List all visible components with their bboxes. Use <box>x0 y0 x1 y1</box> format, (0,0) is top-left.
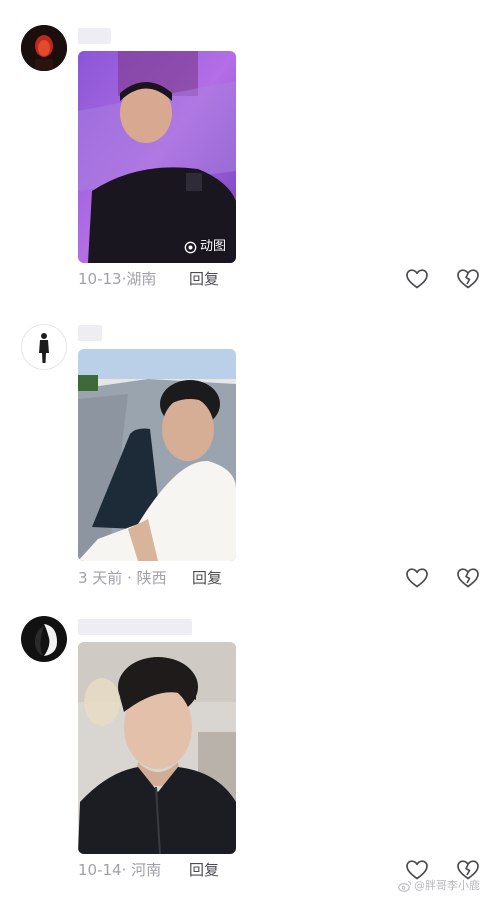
comment-meta: 10-14· 河南 <box>78 861 162 879</box>
comment-meta: 3 天前 · 陕西 <box>78 569 167 587</box>
reply-button[interactable]: 回复 <box>192 567 222 589</box>
comment-meta: 10-13·湖南 <box>78 270 157 288</box>
gif-badge-label: 动图 <box>199 239 226 254</box>
comment-item: 3 天前 · 陕西 回复 <box>0 300 500 600</box>
username-redacted <box>78 28 111 44</box>
reply-button[interactable]: 回复 <box>189 268 219 290</box>
weibo-icon <box>398 881 412 892</box>
avatar[interactable] <box>21 25 67 71</box>
dislike-button[interactable] <box>456 567 480 589</box>
watermark-text: @胖哥李小鹿 <box>414 879 480 892</box>
username-redacted <box>78 619 192 635</box>
comment-image[interactable]: 动图 <box>78 51 236 263</box>
avatar[interactable] <box>21 616 67 662</box>
like-button[interactable] <box>405 567 429 589</box>
watermark: @胖哥李小鹿 <box>398 877 480 895</box>
heart-outline-icon <box>406 269 428 289</box>
comment-image[interactable] <box>78 349 236 561</box>
like-button[interactable] <box>405 268 429 290</box>
broken-heart-icon <box>457 269 479 289</box>
comment-image[interactable] <box>78 642 236 854</box>
gif-ring-icon <box>184 241 197 253</box>
heart-outline-icon <box>406 568 428 588</box>
reply-button[interactable]: 回复 <box>189 859 219 881</box>
dislike-button[interactable] <box>456 268 480 290</box>
comment-item: 10-14· 河南 回复 <box>0 600 500 898</box>
username-redacted <box>78 325 102 341</box>
broken-heart-icon <box>457 568 479 588</box>
gif-badge: 动图 <box>184 239 226 255</box>
avatar[interactable] <box>21 324 67 370</box>
comment-item: 动图 10-13·湖南 回复 <box>0 0 500 300</box>
